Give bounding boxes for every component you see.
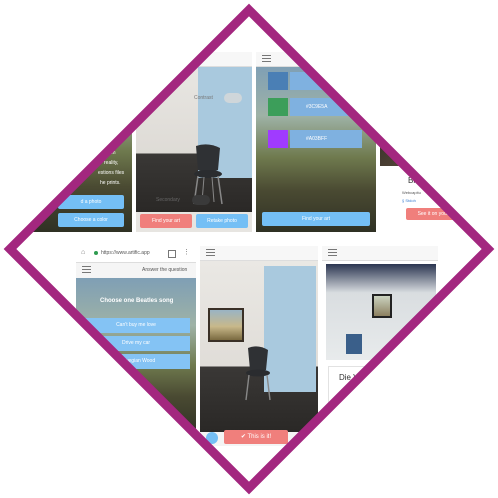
screen-artwork-detail: Blu Webcapitu § Stdoh See it on your: [380, 110, 480, 232]
find-art-button[interactable]: Find your art: [262, 212, 370, 226]
screen-color-list: #3C9E5A #A03BFF Find your art: [256, 52, 376, 232]
intro-line: estions files: [98, 170, 125, 176]
screen-intro: on reality, estions files he prints. d a…: [20, 52, 132, 232]
hung-artwork: [372, 294, 392, 318]
home-icon[interactable]: ⌂: [81, 249, 85, 256]
upload-photo-button[interactable]: d a photo: [58, 195, 124, 209]
retake-photo-button[interactable]: Retake photo: [196, 214, 248, 228]
secondary-label: Secondary: [156, 197, 180, 203]
color-hex-label[interactable]: #A03BFF: [290, 130, 362, 148]
this-is-it-label: This is it!: [247, 434, 272, 440]
find-art-button[interactable]: Find your art: [140, 214, 192, 228]
color-swatch[interactable]: [268, 130, 288, 148]
color-hex-row[interactable]: [290, 72, 362, 90]
answer-option[interactable]: Drive my car: [82, 336, 190, 351]
couch: [346, 334, 362, 354]
intro-line: reality,: [104, 160, 119, 166]
screen-color-pick: Contrast Secondary Find your art Retake …: [136, 52, 252, 232]
question-prompt: Choose one Beatles song: [100, 298, 174, 304]
result-card: Die V: [328, 366, 434, 406]
see-on-wall-button[interactable]: See it on your: [406, 208, 460, 220]
intro-line: he prints.: [100, 180, 121, 186]
artwork-meta: § Stdoh: [402, 198, 416, 203]
browser-bar: ⌂ https://www.artific.app ⋮: [76, 246, 196, 263]
color-hex-label[interactable]: #3C9E5A: [290, 98, 362, 116]
result-title: Die V: [339, 373, 359, 382]
top-bar: [136, 52, 252, 67]
top-bar: [200, 246, 318, 261]
answer-option[interactable]: Norwegian Wood: [82, 354, 190, 369]
contrast-toggle[interactable]: [224, 93, 242, 103]
menu-icon[interactable]: [328, 249, 337, 257]
round-action-button[interactable]: [206, 432, 218, 444]
tabs-icon[interactable]: [168, 250, 176, 258]
hung-artwork: [208, 308, 244, 342]
chair-image: [245, 346, 271, 401]
room-photo: [326, 264, 436, 360]
artwork-image: [380, 110, 480, 166]
intro-line: on: [110, 150, 116, 156]
question-bar: Answer the question: [76, 263, 196, 277]
artwork-image: [374, 296, 390, 316]
artwork-title: Blu: [408, 176, 420, 185]
more-icon[interactable]: ⋮: [183, 248, 190, 256]
background-painting: [256, 66, 376, 232]
menu-icon[interactable]: [206, 249, 215, 257]
answer-option[interactable]: Can't buy me love: [82, 318, 190, 333]
screen-result: Die V: [322, 246, 438, 406]
screen-preview: ✔ This is it!: [200, 246, 318, 446]
choose-color-button[interactable]: Choose a color: [58, 213, 124, 227]
lock-icon: [94, 251, 98, 255]
secondary-toggle[interactable]: [192, 195, 210, 205]
collage-clip: on reality, estions files he prints. d a…: [13, 13, 485, 485]
menu-icon[interactable]: [262, 55, 271, 63]
this-is-it-button[interactable]: ✔ This is it!: [224, 430, 288, 444]
menu-icon[interactable]: [82, 266, 91, 274]
top-bar: [256, 52, 376, 67]
top-bar: [322, 246, 438, 261]
question-header: Answer the question: [142, 267, 188, 273]
url-text[interactable]: https://www.artific.app: [101, 250, 150, 256]
color-swatch[interactable]: [268, 72, 288, 90]
color-swatch[interactable]: [268, 98, 288, 116]
artwork-image: [210, 310, 242, 340]
contrast-label: Contrast: [194, 95, 213, 101]
artwork-artist: Webcapitu: [402, 190, 421, 195]
screen-question: ⌂ https://www.artific.app ⋮ Answer the q…: [76, 246, 196, 436]
collage: on reality, estions files he prints. d a…: [0, 0, 498, 498]
